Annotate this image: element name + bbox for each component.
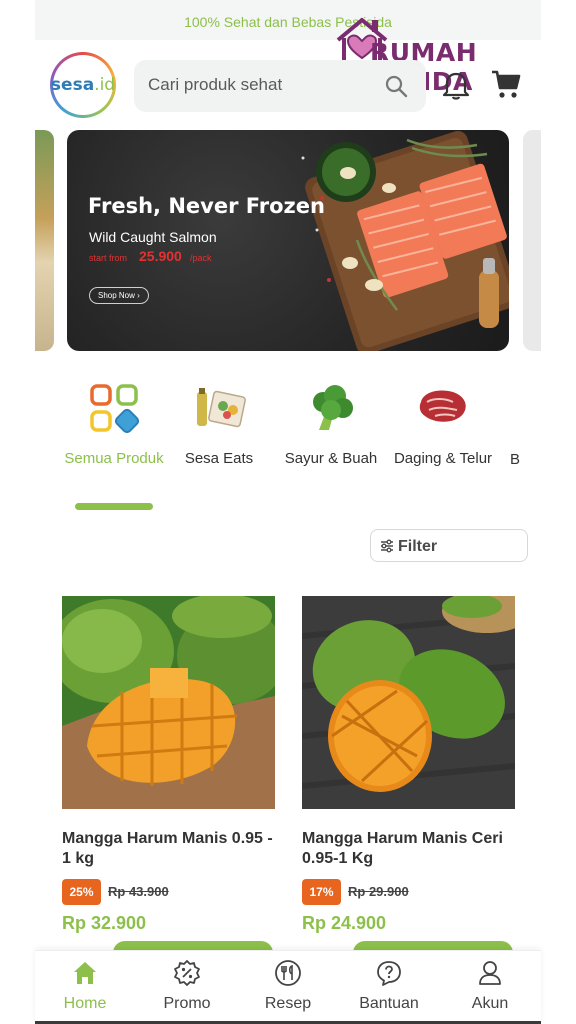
category-label: Sayur & Buah [284,450,378,467]
nav-resep[interactable]: Resep [243,959,333,1013]
banner-price: 25.900 [139,248,182,264]
category-daging-telur[interactable]: Daging & Telur [388,380,498,468]
cart-icon[interactable] [490,68,522,100]
category-label: Sesa Eats [184,450,254,467]
bottom-nav: Home Promo Resep Bantuan Akun [35,950,541,1024]
product-card[interactable]: Mangga Harum Manis 0.95 - 1 kg 25% Rp 43… [62,596,275,934]
search-icon[interactable] [384,74,408,98]
product-image[interactable] [302,596,515,809]
category-label: Daging & Telur [393,450,493,467]
category-sayur-buah[interactable]: Sayur & Buah [276,380,386,468]
broccoli-icon [313,385,353,430]
carousel-next-slide[interactable] [523,130,541,351]
category-semua-produk[interactable]: Semua Produk [59,380,169,468]
sale-price: Rp 32.900 [62,913,147,933]
banner-title: Fresh, Never Frozen [88,194,325,218]
account-icon [479,961,501,985]
product-name[interactable]: Mangga Harum Manis Ceri 0.95-1 Kg [302,829,515,869]
discount-badge: 25% [62,879,101,905]
promo-banner[interactable]: Fresh, Never Frozen Wild Caught Salmon s… [67,130,509,351]
category-sesa-eats[interactable]: Sesa Eats [164,380,274,468]
meat-icon [419,390,466,422]
carousel-prev-slide[interactable] [35,130,54,351]
all-products-icon [90,384,140,434]
search-input[interactable] [148,75,368,95]
nav-label: Promo [163,995,211,1012]
nav-bantuan[interactable]: Bantuan [344,959,434,1013]
product-card[interactable]: Mangga Harum Manis Ceri 0.95-1 Kg 17% Rp… [302,596,515,934]
category-next-peek[interactable]: B [510,451,520,468]
filter-button[interactable]: Filter [370,529,528,562]
discount-badge: 17% [302,879,341,905]
filter-label: Filter [398,538,438,555]
filter-icon [381,539,393,553]
bell-icon[interactable] [442,70,470,100]
promo-icon [174,960,200,986]
meal-box-icon [197,388,246,428]
banner-price-prefix: start from [89,253,128,263]
banner-subtitle: Wild Caught Salmon [89,229,217,245]
banner-price-suffix: /pack [190,253,212,263]
nav-label: Akun [471,995,509,1012]
home-icon [74,962,96,984]
help-icon [377,961,401,986]
price-row: 25% Rp 43.900 [62,879,275,905]
active-category-indicator [75,503,153,510]
original-price: Rp 29.900 [348,884,409,899]
search-bar[interactable] [134,60,426,112]
nav-home[interactable]: Home [40,959,130,1013]
nav-label: Resep [264,995,312,1012]
shop-now-button[interactable]: Shop Now › [89,287,149,304]
nav-label: Home [63,995,107,1012]
nav-label: Bantuan [359,995,419,1012]
sesa-logo[interactable]: sesa.id [50,52,116,118]
sale-price: Rp 24.900 [302,913,387,933]
product-name[interactable]: Mangga Harum Manis 0.95 - 1 kg [62,829,275,869]
logo-text: sesa.id [50,75,116,95]
original-price: Rp 43.900 [108,884,169,899]
category-label: Semua Produk [64,450,164,467]
recipe-icon [275,960,301,986]
nav-akun[interactable]: Akun [445,959,535,1013]
product-image[interactable] [62,596,275,809]
nav-promo[interactable]: Promo [142,959,232,1013]
price-row: 17% Rp 29.900 [302,879,515,905]
